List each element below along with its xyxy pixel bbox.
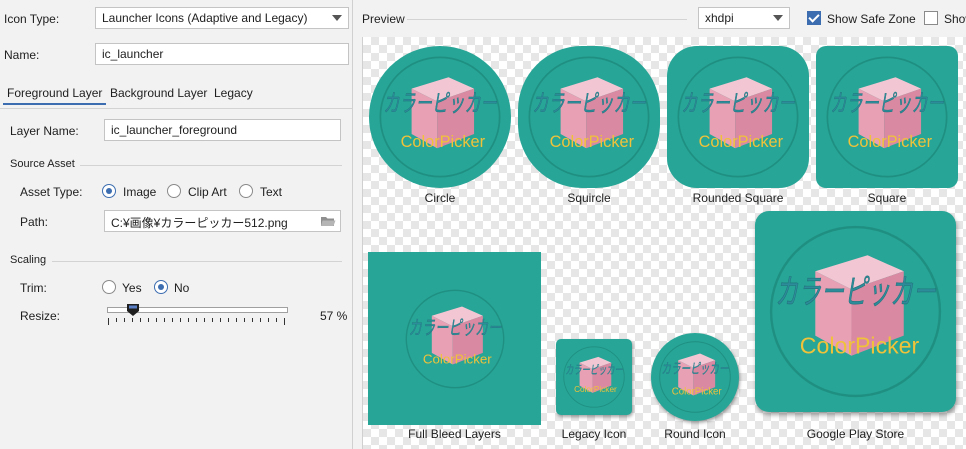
source-asset-heading: Source Asset [10,158,75,170]
preview-squircle: カラーピッカー ColorPicker [518,46,660,188]
chevron-down-icon [332,15,342,21]
app-icon-art: カラーピッカー ColorPicker [677,56,799,178]
scaling-heading: Scaling [10,254,47,266]
radio-text[interactable] [239,184,253,198]
folder-icon[interactable] [320,214,336,228]
svg-text:カラーピッカー: カラーピッカー [565,363,623,377]
preview-square: カラーピッカー ColorPicker [816,46,958,188]
show-safe-zone-checkbox[interactable] [807,11,821,25]
caption-square: Square [867,191,907,205]
caption-round: Round Icon [664,427,726,441]
scaling-divider [52,261,342,262]
chevron-down-icon [773,15,783,21]
svg-text:カラーピッカー: カラーピッカー [532,89,646,117]
caption-legacy: Legacy Icon [561,427,627,441]
radio-text-label: Text [260,185,283,199]
svg-text:ColorPicker: ColorPicker [800,333,920,359]
caption-rounded-square: Rounded Square [692,191,784,205]
preview-rounded-square: カラーピッカー ColorPicker [667,46,809,188]
svg-text:ColorPicker: ColorPicker [848,133,933,151]
icon-type-value: Launcher Icons (Adaptive and Legacy) [102,11,308,25]
layer-name-input[interactable]: ic_launcher_foreground [104,119,341,141]
tab-legacy[interactable]: Legacy [210,86,257,100]
app-icon-art: カラーピッカー ColorPicker [405,289,504,388]
svg-text:カラーピッカー: カラーピッカー [408,316,501,339]
svg-text:ColorPicker: ColorPicker [422,351,491,366]
density-value: xhdpi [705,11,734,25]
tab-background-layer[interactable]: Background Layer [106,86,211,100]
name-label: Name: [4,48,40,62]
caption-circle: Circle [424,191,456,205]
svg-text:ColorPicker: ColorPicker [699,133,784,151]
show-safe-zone-label: Show Safe Zone [827,12,916,26]
svg-text:カラーピッカー: カラーピッカー [661,362,729,378]
caption-squircle: Squircle [567,191,611,205]
svg-text:カラーピッカー: カラーピッカー [681,89,795,117]
icon-type-label: Icon Type: [4,12,60,26]
radio-trim-yes-label: Yes [122,281,142,295]
svg-text:カラーピッカー: カラーピッカー [830,89,944,117]
svg-text:ColorPicker: ColorPicker [401,133,486,151]
svg-text:ColorPicker: ColorPicker [574,385,617,394]
name-input[interactable]: ic_launcher [95,43,349,65]
tab-foreground-layer[interactable]: Foreground Layer [3,86,107,105]
app-icon-art: カラーピッカー ColorPicker [659,341,731,413]
svg-text:ColorPicker: ColorPicker [550,133,635,151]
preview-google-play: カラーピッカー ColorPicker [755,211,956,412]
radio-trim-yes[interactable] [102,280,116,294]
preview-divider [407,19,687,20]
layer-name-label: Layer Name: [10,124,79,138]
preview-circle: カラーピッカー ColorPicker [369,46,511,188]
radio-trim-no-label: No [174,281,190,295]
resize-label: Resize: [20,309,61,323]
svg-text:ColorPicker: ColorPicker [672,387,723,398]
slider-ticks [108,318,285,325]
panel-divider [352,0,353,449]
app-icon-art: カラーピッカー ColorPicker [826,56,948,178]
app-icon-art: カラーピッカー ColorPicker [563,346,625,408]
app-icon-art: カラーピッカー ColorPicker [379,56,501,178]
preview-full-bleed: カラーピッカー ColorPicker [368,252,541,425]
trim-label: Trim: [20,281,47,295]
svg-text:カラーピッカー: カラーピッカー [383,89,497,117]
radio-clip-art-label: Clip Art [188,185,227,199]
app-icon-art: カラーピッカー ColorPicker [528,56,650,178]
source-asset-divider [80,165,342,166]
caption-full-bleed: Full Bleed Layers [408,427,501,441]
path-label: Path: [20,215,49,229]
radio-trim-no[interactable] [154,280,168,294]
app-icon-art: カラーピッカー ColorPicker [769,225,942,398]
preview-legacy: カラーピッカー ColorPicker [556,339,632,415]
caption-google-play: Google Play Store [806,427,905,441]
density-select[interactable]: xhdpi [698,7,790,29]
path-value: C:¥画像¥カラーピッカー512.png [111,216,288,230]
preview-label: Preview [362,12,405,26]
radio-clip-art[interactable] [167,184,181,198]
tab-divider [0,108,352,109]
path-input[interactable]: C:¥画像¥カラーピッカー512.png [104,210,341,232]
asset-type-label: Asset Type: [20,185,83,199]
resize-value: 57 % [320,309,348,323]
svg-text:カラーピッカー: カラーピッカー [775,272,936,312]
show-grid-label: Show [944,12,966,26]
radio-image[interactable] [102,184,116,198]
icon-type-select[interactable]: Launcher Icons (Adaptive and Legacy) [95,7,349,29]
preview-round: カラーピッカー ColorPicker [651,333,739,421]
show-grid-checkbox[interactable] [924,11,938,25]
radio-image-label: Image [123,185,157,199]
slider-thumb[interactable] [126,303,140,317]
